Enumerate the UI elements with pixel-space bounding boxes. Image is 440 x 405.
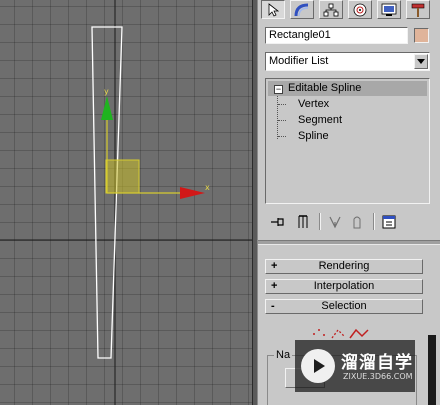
create-arrow-icon (268, 2, 280, 17)
modify-arc-icon (294, 3, 309, 16)
remove-modifier-button[interactable] (347, 213, 367, 231)
configure-modifier-sets-icon (382, 215, 396, 229)
watermark: 溜溜自学 ZIXUE.3D66.COM (295, 340, 415, 392)
rollout-collapse-sign: - (271, 300, 275, 312)
stack-item-spline[interactable]: Spline (298, 129, 329, 144)
tab-display[interactable] (377, 0, 401, 19)
watermark-title: 溜溜自学 (341, 353, 413, 373)
modifier-stack[interactable]: − Editable Spline Vertex Segment Spline (265, 78, 430, 204)
rollout-expand-sign: + (271, 260, 278, 272)
tab-hierarchy[interactable] (319, 0, 343, 19)
viewport-front[interactable]: y x (0, 0, 252, 405)
panel-scrollbar-thumb[interactable] (428, 335, 436, 405)
stack-item-label: Editable Spline (288, 82, 362, 94)
make-unique-icon (329, 216, 341, 229)
hierarchy-icon (323, 3, 339, 16)
pin-stack-icon (271, 218, 284, 226)
stack-item-segment[interactable]: Segment (298, 113, 342, 128)
chevron-down-icon[interactable] (414, 54, 428, 69)
show-end-result-icon (298, 215, 308, 228)
tab-motion[interactable] (348, 0, 372, 19)
watermark-subtitle: ZIXUE.3D66.COM (343, 372, 413, 381)
pin-stack-button[interactable] (268, 213, 288, 231)
viewport-canvas[interactable]: y x (0, 0, 252, 405)
toolbar-divider (319, 213, 321, 230)
rollout-label: Interpolation (313, 280, 375, 292)
remove-modifier-icon (353, 216, 361, 229)
gizmo-plane-handle[interactable] (105, 159, 140, 194)
rollout-label: Rendering (318, 260, 370, 272)
gizmo-y-label: y (104, 87, 109, 96)
toolbar-divider (373, 213, 375, 230)
command-panel-tabs (260, 0, 438, 20)
watermark-logo-icon (301, 349, 335, 383)
vertex-level-icon (313, 329, 325, 336)
modifier-list-label: Modifier List (269, 55, 329, 67)
panel-splitter[interactable] (258, 240, 440, 245)
stack-item-vertex[interactable]: Vertex (298, 97, 329, 112)
rollout-label: Selection (321, 300, 367, 312)
rollout-expand-sign: + (271, 280, 278, 292)
segment-level-icon (331, 329, 345, 339)
tree-connector (278, 104, 286, 105)
tree-connector (277, 96, 278, 139)
modifier-list-dropdown[interactable]: Modifier List (265, 52, 430, 71)
rollout-selection[interactable]: - Selection (265, 299, 423, 314)
tab-create[interactable] (261, 0, 285, 19)
tab-modify[interactable] (290, 0, 314, 19)
object-name-field[interactable]: Rectangle01 (265, 27, 408, 44)
named-selections-label: Na (274, 349, 293, 361)
utilities-hammer-icon (411, 3, 425, 17)
gizmo-y-arrow-icon[interactable] (101, 96, 113, 120)
show-end-result-button[interactable] (293, 213, 313, 231)
display-icon (381, 3, 397, 16)
stack-item-editable-spline[interactable]: − Editable Spline (268, 81, 427, 96)
make-unique-button[interactable] (325, 213, 345, 231)
gizmo-x-arrow-icon[interactable] (180, 187, 205, 199)
configure-modifier-sets-button[interactable] (379, 213, 399, 231)
tab-utilities[interactable] (406, 0, 430, 19)
collapse-toggle-icon[interactable]: − (274, 85, 283, 94)
object-color-swatch[interactable] (414, 28, 429, 43)
rollout-interpolation[interactable]: + Interpolation (265, 279, 423, 294)
motion-icon (353, 3, 367, 16)
gizmo-x-label: x (205, 183, 210, 192)
tree-connector (278, 120, 286, 121)
spline-level-icon (349, 328, 369, 339)
tree-connector (278, 136, 286, 137)
rollout-rendering[interactable]: + Rendering (265, 259, 423, 274)
stack-toolbar (265, 210, 430, 232)
